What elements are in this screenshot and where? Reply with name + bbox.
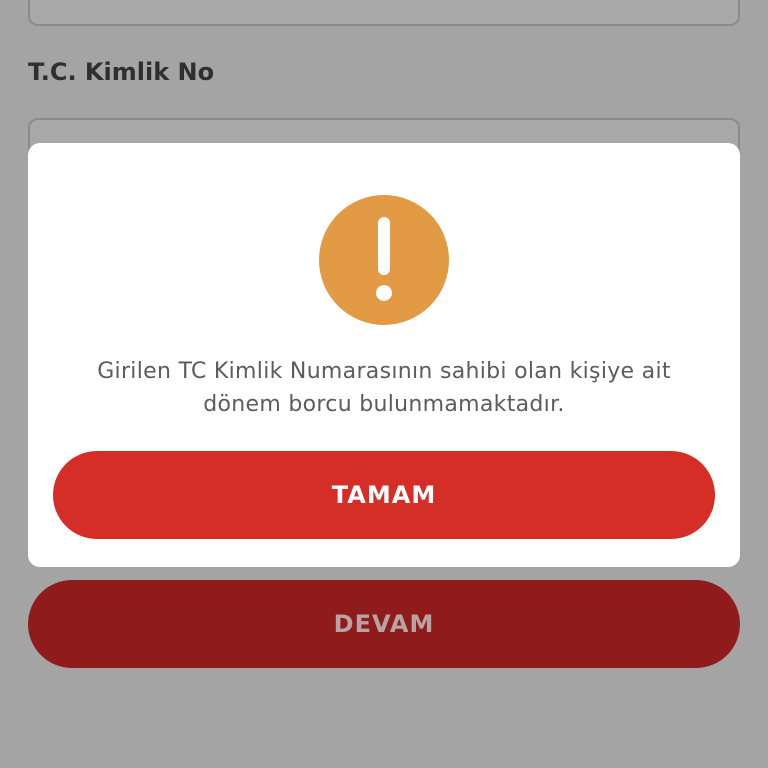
continue-button[interactable]: DEVAM <box>28 580 740 668</box>
ok-button[interactable]: TAMAM <box>53 451 715 539</box>
exclamation-icon <box>319 195 449 325</box>
tc-kimlik-label: T.C. Kimlik No <box>28 58 215 86</box>
previous-input-field[interactable] <box>28 0 740 26</box>
alert-message: Girilen TC Kimlik Numarasının sahibi ola… <box>97 359 671 417</box>
alert-dialog: Girilen TC Kimlik Numarasının sahibi ola… <box>28 143 740 567</box>
screen: T.C. Kimlik No DEVAM Girilen TC Kimlik N… <box>0 0 768 768</box>
